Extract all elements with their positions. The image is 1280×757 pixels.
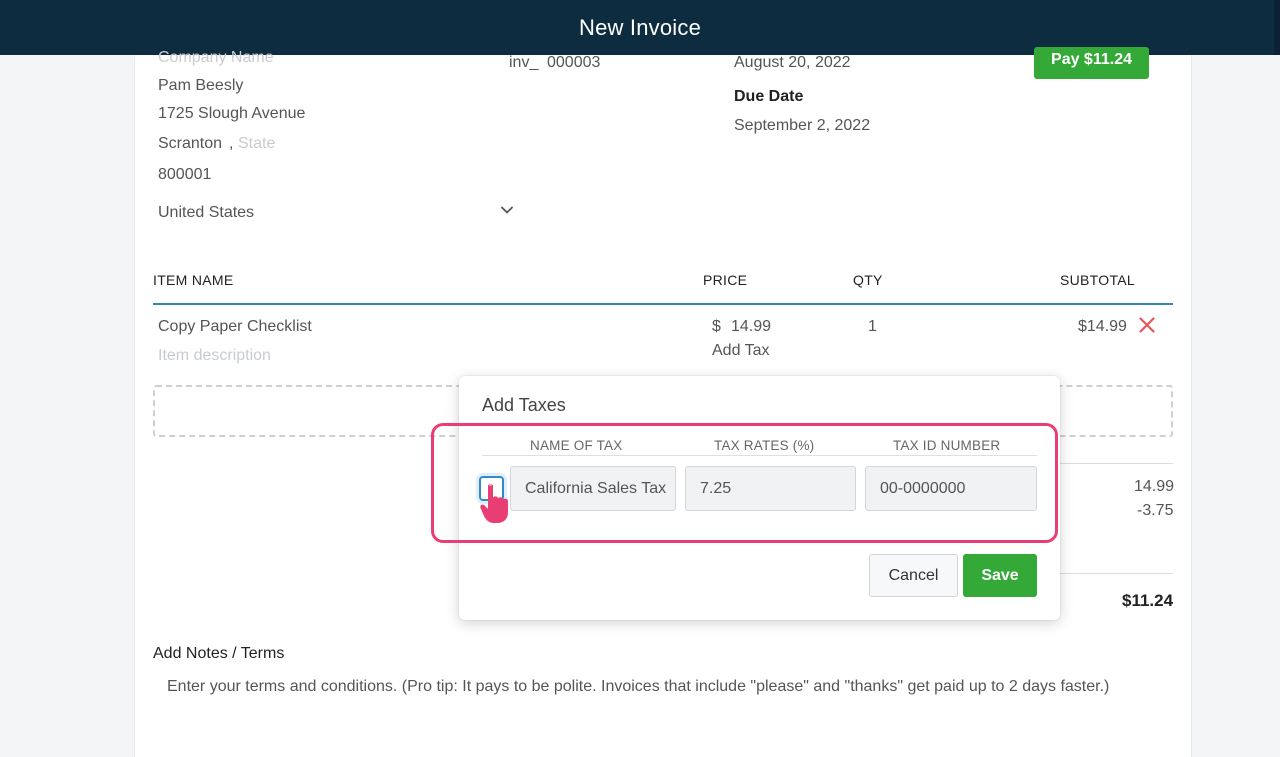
summary-discount: -3.75: [1137, 502, 1174, 519]
address-field[interactable]: 1725 Slough Avenue: [158, 105, 305, 123]
item-name-field[interactable]: Copy Paper Checklist: [158, 318, 312, 336]
state-field[interactable]: State: [238, 135, 275, 153]
city-separator: ,: [229, 135, 234, 152]
scrollbar[interactable]: [1274, 0, 1280, 55]
column-header-qty: QTY: [853, 272, 883, 288]
cancel-button[interactable]: Cancel: [869, 554, 958, 597]
item-price-field[interactable]: 14.99: [731, 318, 771, 336]
invoice-number-prefix: inv_: [509, 54, 539, 71]
item-subtotal: $14.99: [1078, 318, 1127, 335]
column-header-subtotal: SUBTOTAL: [1060, 272, 1136, 288]
country-select[interactable]: United States: [158, 204, 254, 222]
tax-header-rule: [482, 455, 1037, 456]
customer-name-field[interactable]: Pam Beesly: [158, 77, 243, 95]
summary-divider: [1060, 573, 1173, 574]
invoice-number-field[interactable]: 000003: [547, 54, 600, 72]
modal-title: Add Taxes: [482, 395, 566, 415]
company-name-field[interactable]: Company Name: [158, 49, 274, 67]
column-header-tax-rate: TAX RATES (%): [714, 438, 815, 453]
currency-symbol: $: [712, 318, 721, 335]
column-header-item-name: ITEM NAME: [153, 272, 234, 288]
notes-title: Add Notes / Terms: [153, 645, 285, 662]
item-qty-field[interactable]: 1: [868, 318, 877, 336]
tax-rate-input[interactable]: 7.25: [685, 466, 856, 511]
city-field[interactable]: Scranton: [158, 135, 222, 153]
item-description-field[interactable]: Item description: [158, 347, 271, 365]
add-tax-link[interactable]: Add Tax: [712, 342, 770, 360]
save-button[interactable]: Save: [963, 554, 1037, 597]
chevron-down-icon[interactable]: [499, 202, 515, 218]
notes-field[interactable]: Enter your terms and conditions. (Pro ti…: [167, 678, 1109, 696]
column-header-tax-id: TAX ID NUMBER: [893, 438, 1001, 453]
pay-button[interactable]: Pay $11.24: [1034, 47, 1149, 79]
summary-subtotal: 14.99: [1134, 478, 1175, 495]
column-header-price: PRICE: [703, 272, 748, 288]
tax-name-input[interactable]: California Sales Tax: [510, 466, 676, 511]
zip-field[interactable]: 800001: [158, 166, 211, 184]
close-icon[interactable]: [1138, 316, 1156, 334]
tax-id-input[interactable]: 00-0000000: [865, 466, 1037, 511]
table-header-rule: [153, 303, 1173, 305]
summary-total: $11.24: [1122, 591, 1174, 610]
issue-date-field[interactable]: August 20, 2022: [734, 54, 851, 72]
summary-divider: [1060, 463, 1173, 464]
page-title: New Invoice: [578, 14, 702, 40]
due-date-field[interactable]: September 2, 2022: [734, 117, 870, 135]
hand-pointer-icon: [480, 484, 508, 523]
due-date-label: Due Date: [734, 88, 804, 105]
column-header-tax-name: NAME OF TAX: [530, 438, 623, 453]
